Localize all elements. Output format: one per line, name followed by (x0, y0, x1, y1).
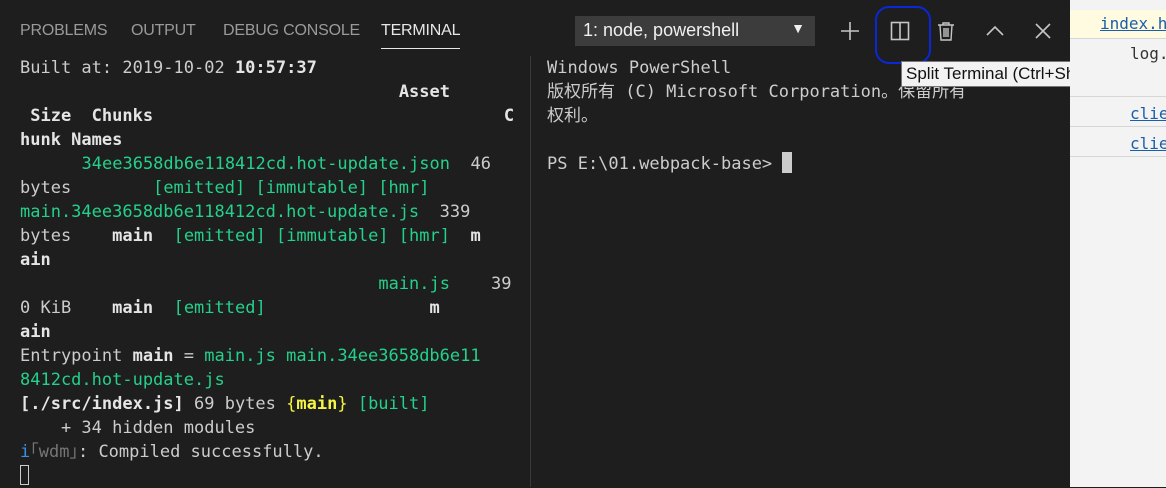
module-size: 69 bytes (183, 394, 287, 414)
emitted-1: [emitted] (153, 178, 246, 198)
chunk-c-header: C (503, 106, 515, 126)
side-pane-divider (1070, 38, 1166, 39)
asset2-size: 339 (439, 202, 471, 222)
built-at-label: Built at: 2019-10-02 (20, 58, 235, 78)
asset-header: Asset (398, 82, 450, 102)
immutable-2: [immutable] (275, 226, 389, 246)
hmr-1: [hmr] (378, 178, 430, 198)
dropdown-arrow-icon: ▼ (791, 20, 805, 36)
entrypoint-label: Entrypoint (20, 346, 133, 366)
name-m-2: m (470, 226, 481, 246)
compiled-message: : Compiled successfully. (77, 442, 324, 462)
side-pane-divider (1070, 156, 1166, 157)
module-path: [./src/index.js] (20, 394, 184, 414)
module-built: [built] (357, 394, 430, 414)
hmr-2: [hmr] (398, 226, 450, 246)
terminal-cursor-right (782, 152, 793, 173)
left-terminal-output[interactable]: Built at: 2019-10-02 10:57:37 Asset Size… (20, 56, 520, 488)
close-icon (1035, 23, 1051, 39)
ps-header-line: Windows PowerShell (547, 58, 732, 78)
side-pane-divider (1070, 126, 1166, 127)
asset1-size: 46 (470, 154, 491, 174)
name-m-3: m (429, 298, 440, 318)
kib-3: 0 KiB (20, 298, 72, 318)
trash-icon (938, 22, 954, 41)
emitted-3: [emitted] (173, 298, 266, 318)
side-pane-link-index[interactable]: index.h (1100, 14, 1166, 33)
built-at-time: 10:57:37 (234, 58, 317, 78)
emitted-2: [emitted] (173, 226, 266, 246)
entrypoint-name: main (132, 346, 174, 366)
bytes-1: bytes (20, 178, 72, 198)
chunk-main-3: main (112, 298, 154, 318)
name-ain-2: ain (20, 250, 51, 270)
asset3-name: main.js (378, 274, 450, 294)
terminal-panel: PROBLEMS OUTPUT DEBUG CONSOLE TERMINAL 1… (0, 0, 1119, 488)
name-ain-3: ain (20, 322, 51, 342)
terminal-cursor-left (20, 465, 29, 485)
close-panel-button[interactable] (1026, 14, 1060, 48)
brace-close: } (337, 394, 348, 414)
module-chunk-main: main (296, 394, 338, 414)
wdm-tag: ｢wdm｣ (30, 442, 78, 462)
terminal-select-value: 1: node, powershell (583, 20, 740, 40)
entry-files-2: 8412cd.hot-update.js (20, 370, 225, 390)
asset1-name: 34ee3658db6e118412cd.hot-update.json (81, 154, 450, 174)
size-chunks-header: Size Chunks (20, 106, 154, 126)
devtools-side-pane (1070, 0, 1166, 487)
asset3-size: 39 (490, 274, 512, 294)
chevron-up-icon (986, 25, 1004, 36)
tab-debug-console[interactable]: DEBUG CONSOLE (223, 22, 360, 40)
tab-output[interactable]: OUTPUT (131, 22, 196, 40)
entrypoint-equals: = (173, 346, 205, 366)
side-pane-link-client-1[interactable]: clie (1130, 104, 1166, 123)
asset2-name: main.34ee3658db6e118412cd.hot-update.js (20, 202, 420, 222)
terminal-split-divider[interactable] (530, 56, 531, 487)
terminal-select[interactable]: 1: node, powershell ▼ (575, 16, 815, 46)
side-pane-divider (1070, 96, 1166, 97)
entry-files-1: main.js main.34ee3658db6e11 (204, 346, 481, 366)
wdm-info-i: i (20, 442, 31, 462)
new-terminal-button[interactable] (833, 14, 867, 48)
bytes-2: bytes (20, 226, 72, 246)
immutable-1: [immutable] (255, 178, 369, 198)
side-pane-log[interactable]: log. (1130, 44, 1166, 63)
side-pane-link-client-2[interactable]: clie (1130, 134, 1166, 153)
hunk-names-header: hunk Names (20, 130, 123, 150)
copyright-line-2: 权利。 (547, 106, 598, 126)
tab-terminal[interactable]: TERMINAL (381, 22, 461, 49)
ps-prompt: PS E:\01.webpack-base> (547, 154, 783, 174)
plus-icon (841, 22, 859, 40)
tab-problems[interactable]: PROBLEMS (20, 22, 108, 40)
maximize-panel-button[interactable] (978, 14, 1012, 48)
chunk-main-2: main (112, 226, 154, 246)
brace-open: { (286, 394, 297, 414)
kill-terminal-button[interactable] (929, 14, 963, 48)
hidden-modules: + 34 hidden modules (20, 418, 256, 438)
